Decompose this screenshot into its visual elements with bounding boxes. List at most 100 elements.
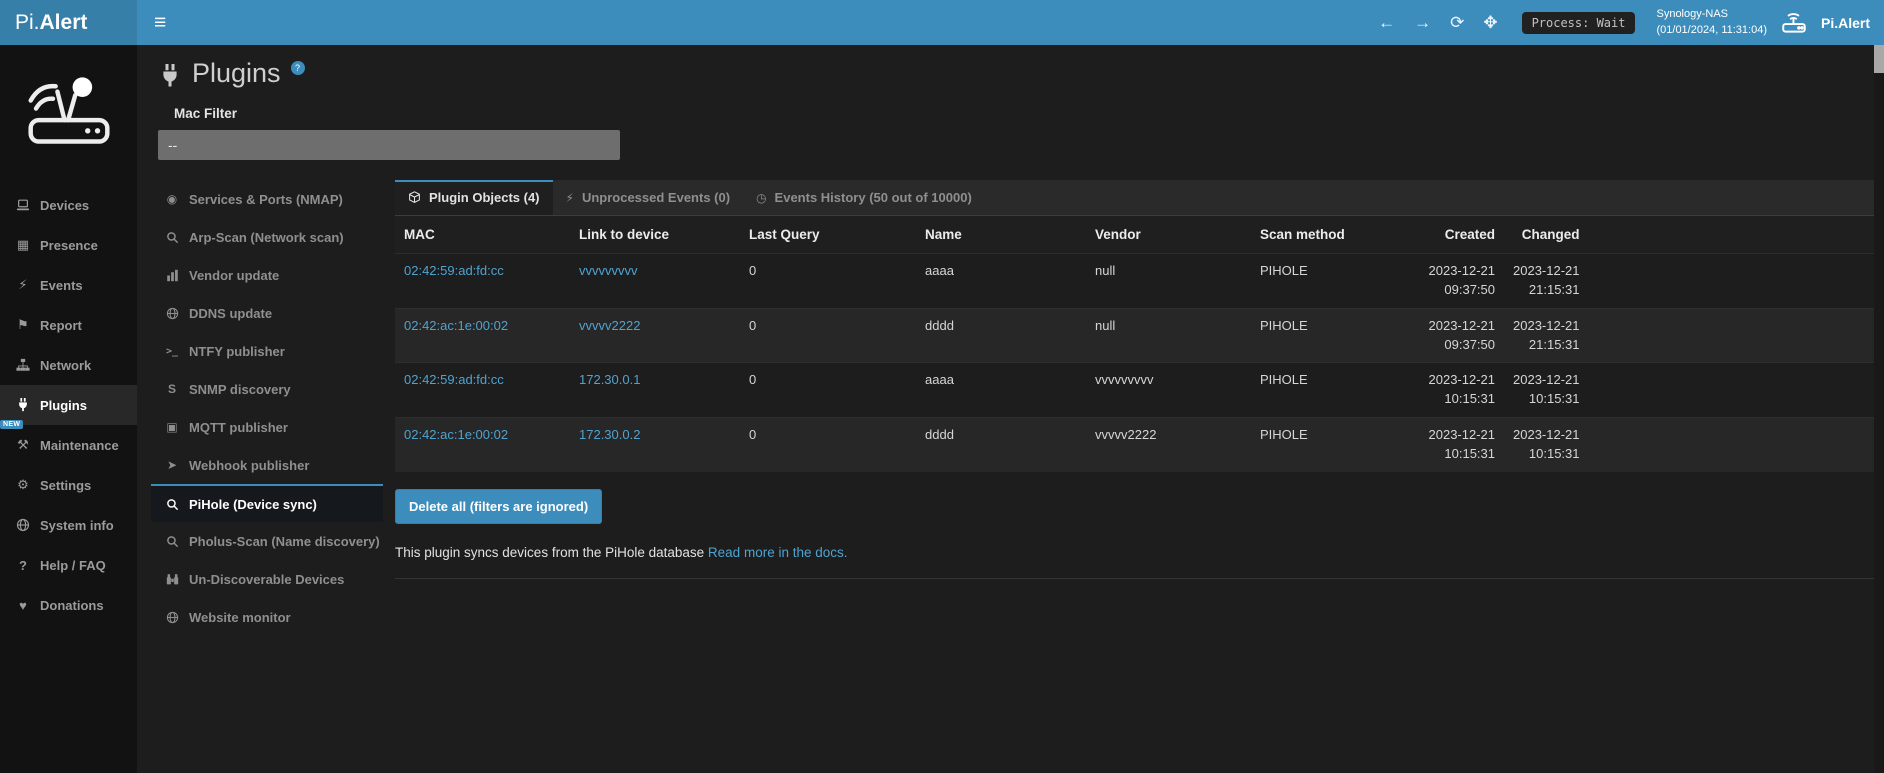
changed-cell: 2023-12-2110:15:31 (1504, 363, 1589, 418)
brand-bold: Alert (40, 11, 88, 35)
search-icon (164, 498, 180, 511)
send-icon: ➤ (164, 458, 180, 472)
sidebar-item-label: Maintenance (40, 438, 119, 453)
sidebar-item-label: Donations (40, 598, 104, 613)
plugin-description-text: This plugin syncs devices from the PiHol… (395, 545, 704, 560)
mac-filter-label: Mac Filter (174, 106, 1874, 121)
forward-icon[interactable]: → (1411, 13, 1434, 33)
bolt-icon: ⚡ (566, 191, 574, 205)
mac-link[interactable]: 02:42:59:ad:fd:cc (404, 372, 504, 387)
content: Plugins ? Mac Filter ◉ Services & Ports … (137, 45, 1884, 773)
column-header-last-query: Last Query (740, 216, 916, 254)
tab-label: Plugin Objects (4) (429, 190, 540, 205)
plugin-nav-item-webhook[interactable]: ➤ Webhook publisher (151, 446, 383, 484)
plug-icon (158, 58, 182, 88)
sidebar-item-report[interactable]: ⚑ Report (0, 305, 137, 345)
tab-bar: Plugin Objects (4) ⚡ Unprocessed Events … (395, 180, 1874, 216)
mac-link[interactable]: 02:42:ac:1e:00:02 (404, 427, 508, 442)
sidebar-item-maintenance[interactable]: NEW ⚒ Maintenance (0, 425, 137, 465)
device-link[interactable]: 172.30.0.1 (579, 372, 640, 387)
mac-filter-input[interactable] (158, 130, 620, 160)
sidebar-item-label: Settings (40, 478, 91, 493)
column-header-changed: Changed (1504, 216, 1589, 254)
sidebar-item-settings[interactable]: ⚙ Settings (0, 465, 137, 505)
plugin-nav-label: Pholus-Scan (Name discovery) (189, 534, 380, 549)
plugin-nav-item-mqtt[interactable]: ▣ MQTT publisher (151, 408, 383, 446)
table-row: 02:42:59:ad:fd:cc 172.30.0.1 0 aaaa vvvv… (395, 363, 1874, 418)
gear-icon: ⚙ (15, 477, 31, 493)
plugin-nav-label: SNMP discovery (189, 382, 291, 397)
sidebar-item-label: Events (40, 278, 83, 293)
brand-prefix: Pi. (15, 11, 40, 35)
name-cell: aaaa (916, 254, 1086, 309)
hamburger-icon[interactable]: ≡ (137, 0, 183, 45)
sidebar-item-label: Devices (40, 198, 89, 213)
flag-icon: ⚑ (15, 317, 31, 333)
plugin-panel: Plugin Objects (4) ⚡ Unprocessed Events … (395, 180, 1874, 579)
plugin-nav-item-undiscoverable[interactable]: Un-Discoverable Devices (151, 560, 383, 598)
fullscreen-icon[interactable]: ✥ (1480, 13, 1500, 33)
sidebar-item-label: Network (40, 358, 91, 373)
sidebar-item-help-faq[interactable]: ? Help / FAQ (0, 545, 137, 585)
plugin-nav-label: PiHole (Device sync) (189, 497, 317, 512)
plugin-nav-item-snmp[interactable]: S SNMP discovery (151, 370, 383, 408)
search-icon (164, 231, 180, 244)
plugin-nav-item-vendor-update[interactable]: Vendor update (151, 256, 383, 294)
plugin-description: This plugin syncs devices from the PiHol… (395, 545, 1874, 560)
tab-events-history[interactable]: ◷ Events History (50 out of 10000) (743, 180, 985, 215)
docs-link[interactable]: Read more in the docs. (708, 545, 848, 560)
device-link[interactable]: vvvvv2222 (579, 318, 640, 333)
sidebar-item-presence[interactable]: ▦ Presence (0, 225, 137, 265)
tab-label: Events History (50 out of 10000) (775, 190, 972, 205)
plugin-nav-item-website-monitor[interactable]: Website monitor (151, 598, 383, 636)
device-link[interactable]: 172.30.0.2 (579, 427, 640, 442)
plugin-nav-item-pihole[interactable]: PiHole (Device sync) (151, 484, 383, 522)
tab-plugin-objects[interactable]: Plugin Objects (4) (395, 180, 553, 215)
sidebar-item-plugins[interactable]: Plugins (0, 385, 137, 425)
column-header-scan-method: Scan method (1251, 216, 1416, 254)
created-cell: 2023-12-2109:37:50 (1416, 308, 1504, 363)
process-status-badge: Process: Wait (1522, 12, 1636, 34)
refresh-icon[interactable]: ⟳ (1447, 13, 1467, 33)
plugin-nav-label: Un-Discoverable Devices (189, 572, 344, 587)
tab-unprocessed-events[interactable]: ⚡ Unprocessed Events (0) (553, 180, 744, 215)
sidebar-item-system-info[interactable]: System info (0, 505, 137, 545)
delete-all-button[interactable]: Delete all (filters are ignored) (395, 489, 602, 524)
sidebar-item-devices[interactable]: Devices (0, 185, 137, 225)
column-header-link: Link to device (570, 216, 740, 254)
page-scrollbar (1874, 45, 1884, 773)
plugin-objects-table: MAC Link to device Last Query Name Vendo… (395, 216, 1874, 472)
plugin-nav-item-ddns[interactable]: DDNS update (151, 294, 383, 332)
plugin-nav-label: Services & Ports (NMAP) (189, 192, 343, 207)
plugin-nav-item-nmap[interactable]: ◉ Services & Ports (NMAP) (151, 180, 383, 218)
calendar-icon: ▦ (15, 237, 31, 253)
scan-method-cell: PIHOLE (1251, 363, 1416, 418)
back-icon[interactable]: ← (1375, 13, 1398, 33)
vendor-cell: null (1086, 254, 1251, 309)
plugin-nav-item-arpscan[interactable]: Arp-Scan (Network scan) (151, 218, 383, 256)
sidebar-item-label: Presence (40, 238, 98, 253)
mac-link[interactable]: 02:42:59:ad:fd:cc (404, 263, 504, 278)
last-query-cell: 0 (740, 308, 916, 363)
cube-icon (408, 191, 421, 204)
sidebar-item-network[interactable]: Network (0, 345, 137, 385)
brand[interactable]: Pi.Alert (0, 0, 137, 45)
wrench-icon: ⚒ (15, 437, 31, 453)
created-cell: 2023-12-2110:15:31 (1416, 418, 1504, 472)
changed-cell: 2023-12-2110:15:31 (1504, 418, 1589, 472)
changed-cell: 2023-12-2121:15:31 (1504, 308, 1589, 363)
name-cell: dddd (916, 418, 1086, 472)
scrollbar-thumb[interactable] (1874, 45, 1884, 73)
plugin-nav-item-ntfy[interactable]: >_ NTFY publisher (151, 332, 383, 370)
help-badge[interactable]: ? (291, 61, 305, 75)
mac-link[interactable]: 02:42:ac:1e:00:02 (404, 318, 508, 333)
plugin-nav: ◉ Services & Ports (NMAP) Arp-Scan (Netw… (151, 180, 383, 636)
plugin-nav-item-pholus[interactable]: Pholus-Scan (Name discovery) (151, 522, 383, 560)
sidebar-item-label: Plugins (40, 398, 87, 413)
device-link[interactable]: vvvvvvvvv (579, 263, 638, 278)
chart-icon (164, 269, 180, 282)
sidebar-item-donations[interactable]: ♥ Donations (0, 585, 137, 625)
binoculars-icon (164, 573, 180, 586)
column-header-vendor: Vendor (1086, 216, 1251, 254)
sidebar-item-events[interactable]: ⚡ Events (0, 265, 137, 305)
